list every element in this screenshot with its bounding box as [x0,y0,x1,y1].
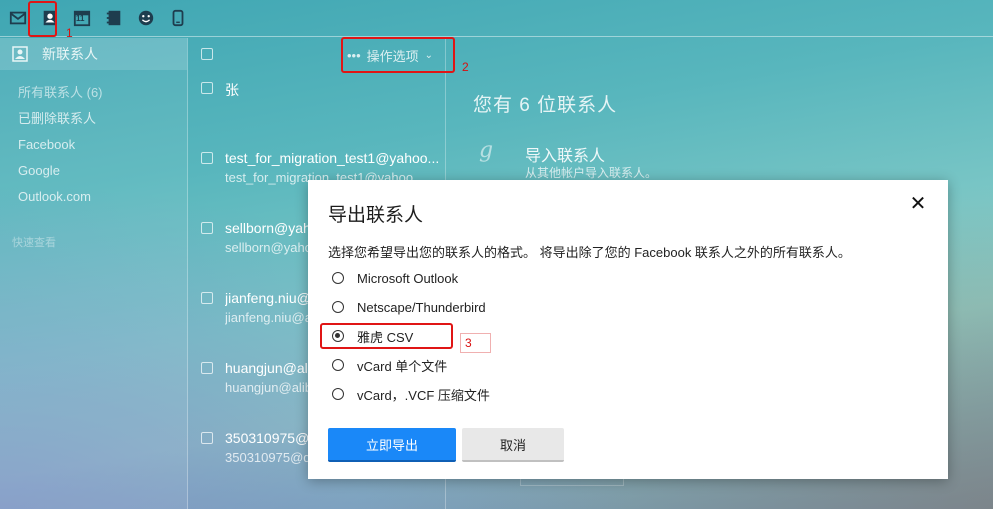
option-vcard-zip[interactable]: vCard，.VCF 压缩文件 [332,385,490,403]
mobile-icon[interactable] [166,6,190,30]
dialog-title: 导出联系人 [328,205,424,226]
import-contacts-link[interactable]: 导入联系人 [525,142,605,166]
notepad-icon[interactable] [102,6,126,30]
option-microsoft-outlook[interactable]: Microsoft Outlook [332,269,458,287]
messenger-icon[interactable] [134,6,158,30]
radio-button[interactable] [332,359,344,371]
mail-icon[interactable] [6,6,30,30]
new-contact-button[interactable]: 新联系人 [0,38,187,70]
annotation-box-2 [341,37,455,73]
dialog-description: 选择您希望导出您的联系人的格式。 将导出除了您的 Facebook 联系人之外的… [328,245,851,260]
close-icon[interactable]: ✕ [908,194,928,214]
row-checkbox[interactable] [201,432,213,444]
google-icon: g [479,138,494,163]
annotation-label-3: 3 [460,333,491,353]
annotation-label-2: 2 [462,60,469,74]
row-checkbox[interactable] [201,292,213,304]
sidebar-item-google[interactable]: Google [0,158,187,184]
import-contacts-subtitle: 从其他帐户导入联系人。 [525,166,658,180]
radio-button[interactable] [332,388,344,400]
option-label: Netscape/Thunderbird [357,299,486,315]
cancel-button[interactable]: 取消 [462,428,564,462]
sidebar-item-outlook[interactable]: Outlook.com [0,184,187,210]
annotation-label-1: 1 [66,26,73,40]
ghost-outline [520,478,624,486]
row-checkbox[interactable] [201,222,213,234]
option-label: Microsoft Outlook [357,270,459,286]
new-contact-label: 新联系人 [42,46,98,62]
radio-button[interactable] [332,272,344,284]
option-label: vCard 单个文件 [357,358,448,374]
option-label: vCard，.VCF 压缩文件 [357,387,490,403]
option-vcard-single[interactable]: vCard 单个文件 [332,356,447,374]
add-contact-icon [12,46,28,62]
calendar-day: 11 [76,14,85,23]
option-netscape-thunderbird[interactable]: Netscape/Thunderbird [332,298,486,316]
contact-name: test_for_migration_test1@yahoo... [225,150,440,166]
annotation-box-1 [28,1,57,37]
sidebar-item-deleted[interactable]: 已删除联系人 [0,106,187,132]
row-checkbox[interactable] [201,152,213,164]
sidebar: 新联系人 所有联系人 (6) 已删除联系人 Facebook Google Ou… [0,38,188,509]
row-checkbox[interactable] [201,362,213,374]
row-checkbox[interactable] [201,82,213,94]
contact-count-title: 您有 6 位联系人 [473,95,618,116]
sidebar-item-facebook[interactable]: Facebook [0,132,187,158]
top-app-bar: 11 [0,0,993,37]
annotation-box-3 [320,323,453,349]
calendar-icon[interactable]: 11 [70,6,94,30]
select-all-checkbox[interactable] [201,48,213,60]
sidebar-item-all-contacts[interactable]: 所有联系人 (6) [0,80,187,106]
sidebar-section-label: 快速查看 [12,237,56,249]
radio-button[interactable] [332,301,344,313]
export-now-button[interactable]: 立即导出 [328,428,456,462]
contact-name: 张 [225,82,239,98]
